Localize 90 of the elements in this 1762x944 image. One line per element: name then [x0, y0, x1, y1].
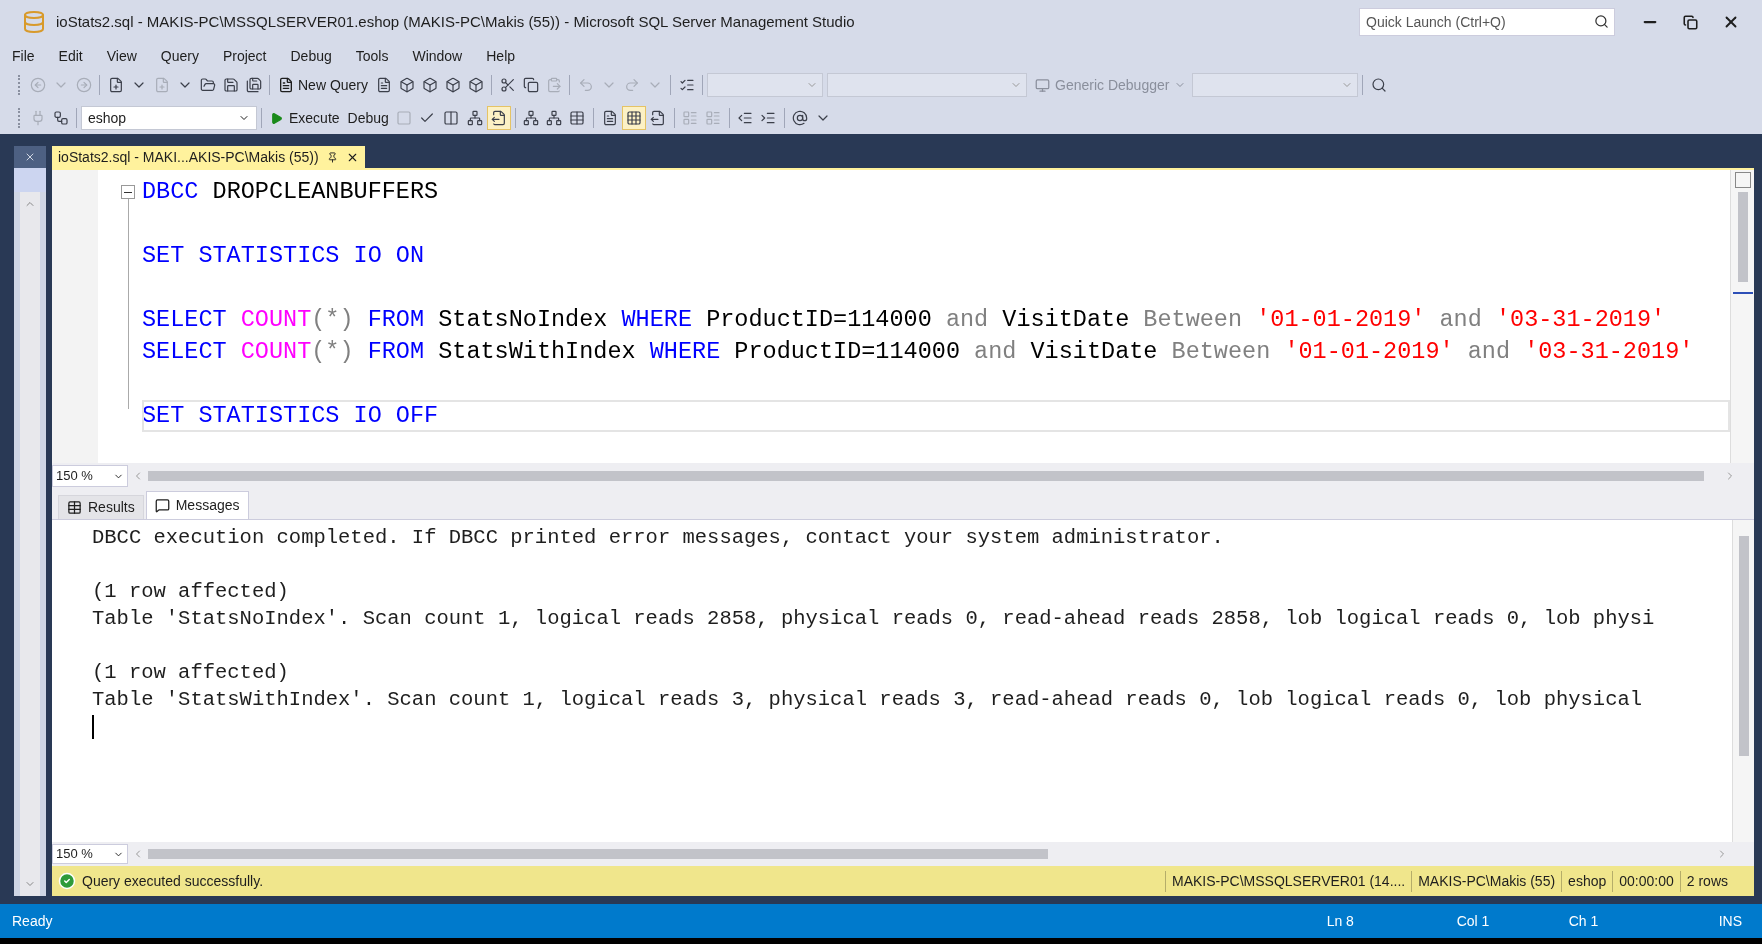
monitor-icon — [1035, 77, 1051, 93]
open-folder-icon[interactable] — [199, 77, 216, 93]
code-line: DBCC DROPCLEANBUFFERS — [142, 177, 439, 207]
menu-item[interactable]: Query — [160, 45, 199, 67]
indent-icon[interactable] — [760, 110, 777, 126]
status-segment: 00:00:00 — [1612, 870, 1680, 892]
zoom-dropdown[interactable]: 150 % — [52, 465, 128, 487]
results-to-grid-button[interactable] — [621, 106, 646, 130]
vertical-scrollbar[interactable] — [1730, 170, 1754, 463]
status-segment: MAKIS-PC\MSSQLSERVER01 (14.... — [1165, 870, 1412, 892]
code-line: SET STATISTICS IO OFF — [142, 400, 1730, 432]
query-status-text: Query executed successfully. — [82, 871, 264, 891]
cut-icon[interactable] — [499, 77, 516, 93]
results-to-text-icon — [601, 110, 618, 126]
message-line: (1 row affected) — [92, 660, 289, 686]
cube-icon[interactable] — [421, 77, 438, 93]
results-to-grid-icon — [625, 110, 642, 126]
restore-icon[interactable] — [1683, 14, 1698, 30]
message-line: Table 'StatsNoIndex'. Scan count 1, logical reads 2858, physical reads 0, read-ahead reads 2858, lob logical reads 0, lob physi — [92, 606, 1655, 632]
pin-icon[interactable] — [326, 151, 338, 163]
dropdown-field[interactable] — [827, 73, 1028, 97]
plan-icon[interactable] — [523, 110, 540, 126]
document-icon — [278, 77, 294, 93]
plan-icon[interactable] — [546, 110, 563, 126]
status-segment: 2 rows — [1679, 870, 1734, 892]
execute-button[interactable]: Execute — [266, 106, 344, 130]
connect-icon[interactable] — [52, 110, 69, 126]
insert-mode-indicator: INS — [1718, 911, 1742, 931]
menu-item[interactable]: View — [106, 45, 137, 67]
message-line: DBCC execution completed. If DBCC printed error messages, contact your system administrator. — [92, 525, 1224, 551]
search-icon[interactable] — [1594, 14, 1609, 29]
statistics-icon[interactable] — [569, 110, 586, 126]
column-indicator: Col 1 — [1456, 911, 1491, 931]
database-dropdown[interactable]: eshop — [81, 106, 257, 130]
vertical-scrollbar[interactable] — [1732, 520, 1754, 842]
document-tab[interactable]: ioStats2.sql - MAKI...AKIS-PC\Makis (55)) — [52, 146, 365, 168]
zoom-dropdown[interactable]: 150 % — [52, 844, 128, 864]
code-line: SELECT COUNT(*) FROM StatsWithIndex WHERE ProductID=114000 and VisitDate Between '01-01-2019' and '03-31-2019' — [142, 337, 1694, 367]
text-cursor — [92, 715, 94, 739]
status-segment: MAKIS-PC\Makis (55) — [1411, 870, 1562, 892]
save-all-icon[interactable] — [245, 77, 262, 93]
caret-position-marker — [1732, 292, 1753, 294]
scroll-thumb[interactable] — [1738, 536, 1749, 756]
play-icon — [270, 111, 283, 125]
status-text: Ready — [12, 911, 53, 931]
cube-icon[interactable] — [467, 77, 484, 93]
char-indicator: Ch 1 — [1568, 911, 1600, 931]
menu-item[interactable]: Window — [412, 45, 463, 67]
checklist-icon[interactable] — [678, 77, 695, 93]
document-icon[interactable] — [375, 77, 392, 93]
window-title: ioStats2.sql - MAKIS-PC\MSSQLSERVER01.eshop (MAKIS-PC\Makis (55)) - Microsoft SQL Server Management Studio — [56, 11, 855, 32]
code-line: SET STATISTICS IO ON — [142, 241, 425, 271]
horizontal-scrollbar[interactable] — [148, 849, 1048, 859]
cube-icon[interactable] — [444, 77, 461, 93]
menu-item[interactable]: Debug — [290, 45, 332, 67]
display-plan-icon — [442, 110, 459, 126]
panel-tab-strip — [14, 168, 46, 192]
menu-item[interactable]: Tools — [355, 45, 389, 67]
dropdown-field[interactable] — [1192, 73, 1359, 97]
menu-item[interactable]: Help — [486, 45, 516, 67]
parameters-icon[interactable] — [792, 110, 809, 126]
line-indicator: Ln 8 — [1326, 911, 1355, 931]
new-project-icon[interactable] — [107, 77, 124, 93]
save-icon[interactable] — [222, 77, 239, 93]
outdent-icon[interactable] — [737, 110, 754, 126]
menu-item[interactable]: Edit — [58, 45, 83, 67]
results-to-file-icon — [490, 110, 507, 126]
copy-icon[interactable] — [522, 77, 539, 93]
cube-icon[interactable] — [398, 77, 415, 93]
grid-icon — [67, 500, 82, 515]
horizontal-scrollbar[interactable] — [148, 471, 1704, 481]
message-line: Table 'StatsWithIndex'. Scan count 1, logical reads 3, physical reads 3, read-ahead reads 0, lob logical reads 0, lob physical — [92, 687, 1643, 713]
results-to-file-button[interactable] — [486, 106, 511, 130]
query-options-icon — [466, 110, 483, 126]
quick-launch-field[interactable]: Quick Launch (Ctrl+Q) — [1359, 8, 1615, 36]
dropdown-field[interactable] — [707, 73, 824, 97]
code-line: SELECT COUNT(*) FROM StatsNoIndex WHERE ProductID=114000 and VisitDate Between '01-01-2019' and '03-31-2019' — [142, 305, 1666, 335]
results-tab[interactable]: Messages — [145, 491, 249, 519]
app-logo-icon — [22, 10, 46, 34]
messages-icon — [154, 498, 170, 513]
message-line: (1 row affected) — [92, 579, 289, 605]
menu-item[interactable]: File — [12, 45, 35, 67]
menu-item[interactable]: Project — [222, 45, 267, 67]
debug-button[interactable]: Debug — [343, 106, 393, 130]
results-to-file-icon — [649, 110, 666, 126]
new-query-button[interactable]: New Query — [274, 73, 373, 97]
collapse-icon[interactable] — [121, 185, 135, 199]
status-segment: eshop — [1561, 870, 1613, 892]
results-tab[interactable]: Results — [58, 495, 144, 519]
scroll-thumb[interactable] — [1737, 192, 1748, 282]
